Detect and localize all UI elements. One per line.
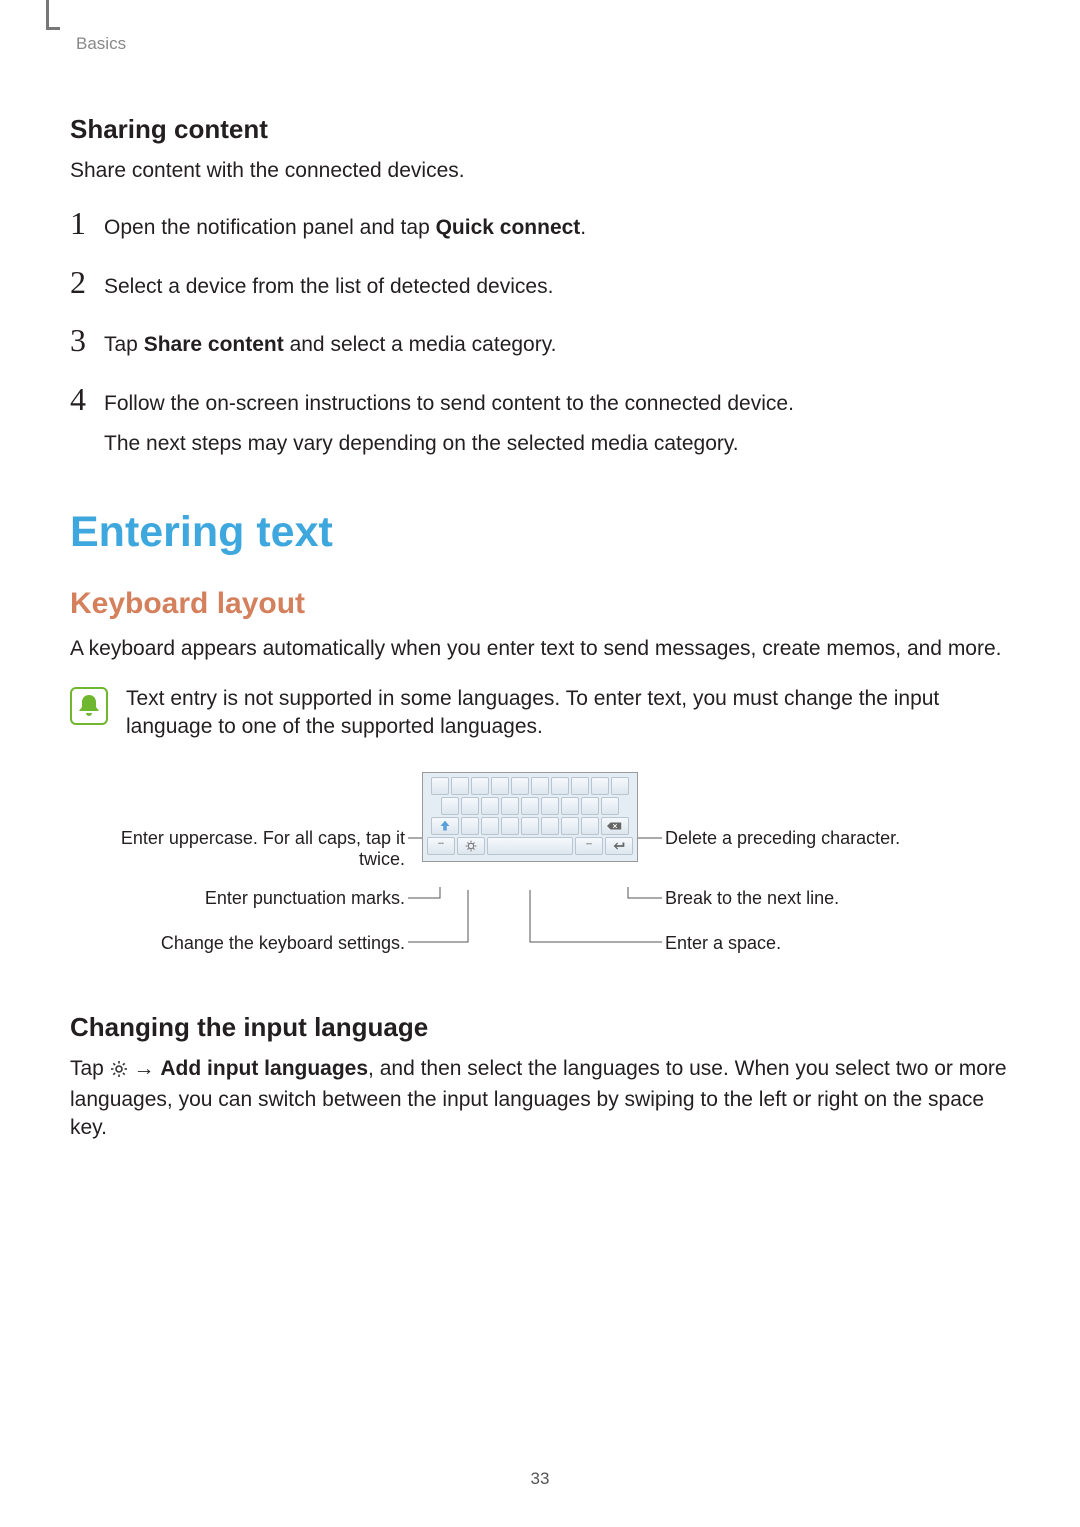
keyboard-diagram: Enter uppercase. For all caps, tap it tw…	[70, 772, 1010, 972]
step-text-b: The next steps may vary depending on the…	[104, 429, 794, 459]
kb-key	[541, 797, 559, 815]
kb-key-shift	[431, 817, 459, 835]
step-text-post: and select a media category.	[284, 333, 557, 356]
text-pre: Tap	[70, 1057, 110, 1080]
page-number: 33	[0, 1469, 1080, 1489]
step-text-post: .	[580, 216, 586, 239]
kb-key	[461, 797, 479, 815]
kb-key	[561, 817, 579, 835]
sharing-steps: 1 Open the notification panel and tap Qu…	[70, 207, 1010, 459]
step-text-bold: Quick connect	[436, 216, 581, 239]
heading-changing-input-language: Changing the input language	[70, 1012, 1010, 1043]
kb-key	[501, 817, 519, 835]
keyboard-image: ••• •••	[422, 772, 638, 862]
svg-text:•••: •••	[438, 841, 444, 847]
kb-key	[521, 797, 539, 815]
kb-key	[461, 817, 479, 835]
text-arrow: →	[128, 1057, 161, 1080]
kb-key	[491, 777, 509, 795]
step-num: 4	[70, 383, 104, 415]
heading-keyboard-layout: Keyboard layout	[70, 587, 1010, 621]
note-row: Text entry is not supported in some lang…	[70, 685, 1010, 742]
step-text: Select a device from the list of detecte…	[104, 272, 553, 302]
kb-key	[601, 797, 619, 815]
kb-key	[611, 777, 629, 795]
kb-key: •••	[575, 837, 603, 855]
kb-key-delete	[601, 817, 629, 835]
kb-key	[521, 817, 539, 835]
step-num: 3	[70, 324, 104, 356]
step-3: 3 Tap Share content and select a media c…	[70, 324, 1010, 360]
breadcrumb: Basics	[76, 34, 1010, 54]
heading-sharing-content: Sharing content	[70, 114, 1010, 145]
kb-key	[571, 777, 589, 795]
svg-text:•••: •••	[586, 841, 592, 847]
sharing-intro: Share content with the connected devices…	[70, 157, 1010, 185]
step-4: 4 Follow the on-screen instructions to s…	[70, 383, 1010, 460]
kb-key	[581, 797, 599, 815]
kb-key-space	[487, 837, 573, 855]
kb-key	[431, 777, 449, 795]
kb-key	[541, 817, 559, 835]
gear-icon	[110, 1058, 128, 1086]
step-text-bold: Share content	[144, 333, 284, 356]
step-text: Follow the on-screen instructions to sen…	[104, 389, 794, 460]
kb-key	[481, 797, 499, 815]
step-num: 1	[70, 207, 104, 239]
kb-key	[471, 777, 489, 795]
heading-entering-text: Entering text	[70, 508, 1010, 557]
kb-key	[501, 797, 519, 815]
step-text-a: Follow the on-screen instructions to sen…	[104, 392, 794, 415]
changing-input-language-text: Tap → Add input languages, and then sele…	[70, 1055, 1010, 1143]
note-bell-icon	[70, 687, 108, 725]
kb-key-settings	[457, 837, 485, 855]
kb-key	[451, 777, 469, 795]
kb-key	[551, 777, 569, 795]
kb-key	[561, 797, 579, 815]
text-bold: Add input languages	[160, 1057, 368, 1080]
page-corner-mark	[46, 0, 49, 30]
step-num: 2	[70, 266, 104, 298]
step-text: Open the notification panel and tap Quic…	[104, 213, 586, 243]
kb-key	[481, 817, 499, 835]
step-1: 1 Open the notification panel and tap Qu…	[70, 207, 1010, 243]
kb-key-enter	[605, 837, 633, 855]
step-text-pre: Open the notification panel and tap	[104, 216, 436, 239]
kb-key	[511, 777, 529, 795]
keyboard-intro: A keyboard appears automatically when yo…	[70, 635, 1010, 663]
kb-key	[591, 777, 609, 795]
step-text: Tap Share content and select a media cat…	[104, 330, 557, 360]
step-2: 2 Select a device from the list of detec…	[70, 266, 1010, 302]
note-text: Text entry is not supported in some lang…	[126, 685, 1010, 742]
kb-key	[531, 777, 549, 795]
kb-key	[581, 817, 599, 835]
step-text-pre: Tap	[104, 333, 144, 356]
kb-key	[441, 797, 459, 815]
kb-key-sym: •••	[427, 837, 455, 855]
